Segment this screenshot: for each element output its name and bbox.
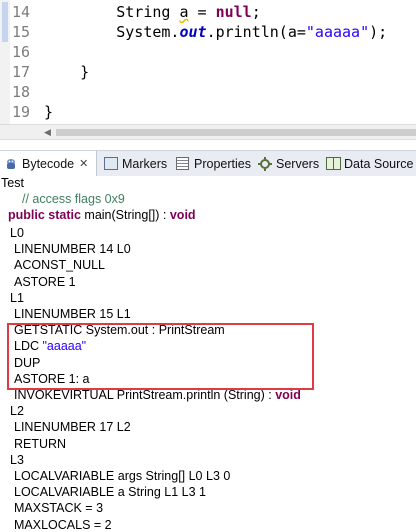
bytecode-instruction: MAXSTACK = 3 xyxy=(14,501,103,515)
instruction-text: L1 xyxy=(10,290,24,305)
data-source-icon xyxy=(326,156,341,171)
instruction-text: LINENUMBER 15 L1 xyxy=(14,307,131,321)
bytecode-instruction: LINENUMBER 14 L0 xyxy=(14,242,131,256)
scrollbar-thumb[interactable] xyxy=(56,129,416,136)
instruction-text: L2 xyxy=(10,404,24,419)
code-token: String xyxy=(44,3,180,21)
instruction-text: MAXLOCALS = 2 xyxy=(14,517,112,532)
bytecode-instruction: LINENUMBER 17 L2 xyxy=(14,420,131,434)
access-flags-comment: // access flags 0x9 xyxy=(22,192,125,206)
tab-bytecode-label: Bytecode xyxy=(22,156,75,171)
code-token: .println(a= xyxy=(206,23,306,41)
line-number: 18 xyxy=(11,83,30,101)
view-title: Test xyxy=(1,176,24,190)
bytecode-label: L2 xyxy=(10,404,24,418)
line-number: 19 xyxy=(11,103,30,121)
change-marker xyxy=(2,22,8,42)
bytecode-instruction: GETSTATIC System.out : PrintStream xyxy=(14,323,225,337)
bytecode-label: L3 xyxy=(10,453,24,467)
tab-properties-label: Properties xyxy=(194,156,251,171)
tab-bytecode[interactable]: Bytecode ✕ xyxy=(0,151,97,176)
tab-properties[interactable]: Properties xyxy=(172,151,251,176)
view-tab-bar: Bytecode ✕ Markers Properties Servers Da… xyxy=(0,150,416,176)
tab-data-source[interactable]: Data Source E xyxy=(322,151,416,176)
instruction-text: GETSTATIC System.out : PrintStream xyxy=(14,323,225,338)
editor-line[interactable]: 18 xyxy=(0,81,416,103)
line-number: 15 xyxy=(11,23,30,41)
code-token: = xyxy=(188,3,216,21)
markers-icon xyxy=(104,156,118,171)
bytecode-instruction: LDC "aaaaa" xyxy=(14,339,86,353)
code-token: } xyxy=(44,63,90,81)
bytecode-label: L1 xyxy=(10,291,24,305)
editor-line[interactable]: 15 System.out.println(a="aaaaa"); xyxy=(0,21,416,43)
code-token: out xyxy=(179,23,207,41)
code-text: System.out.println(a="aaaaa"); xyxy=(44,23,387,41)
bytecode-instruction: ASTORE 1: a xyxy=(14,372,90,386)
method-name: main(String[]) : xyxy=(80,208,170,222)
tab-data-source-label: Data Source E xyxy=(344,156,416,171)
method-modifiers: public static xyxy=(8,208,81,222)
code-token: System. xyxy=(44,23,180,41)
tab-servers[interactable]: Servers xyxy=(254,151,319,176)
scroll-left-arrow-icon[interactable]: ◀ xyxy=(44,128,51,137)
bytecode-instruction: LOCALVARIABLE args String[] L0 L3 0 xyxy=(14,469,230,483)
bytecode-instruction: LOCALVARIABLE a String L1 L3 1 xyxy=(14,485,206,499)
editor-line[interactable]: 14 String a = null; xyxy=(0,1,416,23)
code-token: ; xyxy=(251,3,261,21)
line-number: 16 xyxy=(11,43,30,61)
string-literal: "aaaaa" xyxy=(42,339,87,354)
instruction-text: INVOKEVIRTUAL PrintStream.println (Strin… xyxy=(14,388,276,402)
code-text: String a = null; xyxy=(44,3,261,21)
bytecode-instruction: LINENUMBER 15 L1 xyxy=(14,307,131,321)
bytecode-instruction: DUP xyxy=(14,356,40,370)
bytecode-instruction: RETURN xyxy=(14,437,66,451)
line-number: 14 xyxy=(11,3,30,21)
tab-markers[interactable]: Markers xyxy=(100,151,167,176)
code-token: null xyxy=(215,3,252,21)
change-marker xyxy=(2,2,8,22)
close-icon[interactable]: ✕ xyxy=(79,157,88,170)
properties-icon xyxy=(176,156,190,171)
instruction-text: ACONST_NULL xyxy=(14,258,105,273)
code-editor[interactable]: 14 String a = null; 15 System.out.println… xyxy=(0,0,416,124)
instruction-text: MAXSTACK = 3 xyxy=(14,501,104,516)
code-text: } xyxy=(44,103,53,121)
instruction-text: LINENUMBER 17 L2 xyxy=(14,420,131,435)
tab-servers-label: Servers xyxy=(276,156,320,171)
bytecode-instruction: ACONST_NULL xyxy=(14,258,105,272)
instruction-text: L3 xyxy=(10,452,24,467)
instruction-text: ASTORE 1 xyxy=(14,274,76,289)
editor-line[interactable]: 16 xyxy=(0,41,416,63)
servers-icon xyxy=(258,156,272,171)
editor-line[interactable]: 19} xyxy=(0,101,416,123)
horizontal-scrollbar[interactable]: ◀ xyxy=(0,124,416,140)
code-token: a xyxy=(179,3,189,21)
method-signature: public static main(String[]) : void xyxy=(8,208,196,222)
code-token: "aaaaa" xyxy=(305,23,370,41)
method-return-type: void xyxy=(169,208,196,222)
code-token: ); xyxy=(369,23,388,41)
code-text: } xyxy=(44,63,89,81)
instruction-text: LOCALVARIABLE args String[] L0 L3 0 xyxy=(14,469,231,483)
line-number: 17 xyxy=(11,63,30,81)
bytecode-instruction: ASTORE 1 xyxy=(14,275,76,289)
bytecode-label: L0 xyxy=(10,226,24,240)
tab-markers-label: Markers xyxy=(122,156,168,171)
editor-line[interactable]: 17 } xyxy=(0,61,416,83)
return-type-keyword: void xyxy=(275,388,301,402)
bytecode-instruction: INVOKEVIRTUAL PrintStream.println (Strin… xyxy=(14,388,301,402)
instruction-text: RETURN xyxy=(14,436,67,451)
instruction-text: LDC xyxy=(14,339,43,354)
instruction-text: L0 xyxy=(10,226,24,240)
instruction-text: DUP xyxy=(14,355,41,370)
instruction-text: ASTORE 1: a xyxy=(14,371,90,386)
bytecode-instruction: MAXLOCALS = 2 xyxy=(14,518,112,532)
code-token: } xyxy=(44,103,54,121)
instruction-text: LINENUMBER 14 L0 xyxy=(14,242,131,257)
bytecode-icon xyxy=(4,157,18,171)
instruction-text: LOCALVARIABLE a String L1 L3 1 xyxy=(14,485,207,500)
